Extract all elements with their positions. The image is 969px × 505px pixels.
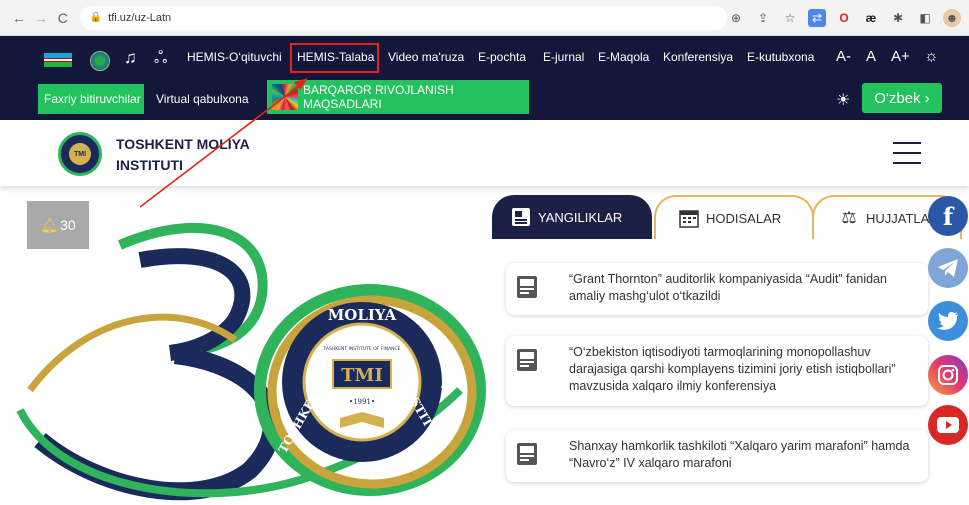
- profile-avatar[interactable]: ☻: [943, 8, 961, 27]
- nav-konferensiya[interactable]: Konferensiya: [663, 50, 733, 64]
- nav-e-pochta[interactable]: E-pochta: [478, 50, 526, 64]
- twitter-icon[interactable]: [928, 301, 968, 341]
- faxriy-bitiruvchilar-button[interactable]: Faxriy bitiruvchilar: [38, 84, 144, 114]
- tab-yangiliklar[interactable]: YANGILIKLAR: [492, 195, 652, 239]
- news-item[interactable]: Shanxay hamkorlik tashkiloti “Xalqaro ya…: [506, 430, 928, 482]
- news-title[interactable]: Shanxay hamkorlik tashkiloti “Xalqaro ya…: [569, 438, 921, 472]
- institute-name-line1: TOSHKENT MOLIYA: [116, 136, 250, 152]
- opera-icon[interactable]: O: [835, 9, 853, 27]
- toolbar-icons: ⊕ ⇪ ☆ ⇄ O æ ✱ ◧ ☻: [727, 8, 969, 27]
- nav-e-kutubxona[interactable]: E-kutubxona: [747, 50, 814, 64]
- news-document-icon: [516, 275, 538, 299]
- notification-count: 30: [60, 217, 76, 233]
- nav-row-bottom: Faxriy bitiruvchilar Virtual qabulxona B…: [0, 80, 969, 120]
- bookmark-star-icon[interactable]: ☆: [781, 9, 799, 27]
- news-item[interactable]: “Grant Thornton” auditorlik kompaniyasid…: [506, 263, 928, 315]
- language-select-button[interactable]: O'zbek ›: [862, 83, 942, 113]
- logo-header: TMI TOSHKENT MOLIYA INSTITUTI: [0, 120, 969, 186]
- instagram-icon[interactable]: [928, 355, 968, 395]
- news-title[interactable]: “Grant Thornton” auditorlik kompaniyasid…: [569, 271, 921, 305]
- news-title[interactable]: “O‘zbekiston iqtisodiyoti tarmoqlarining…: [569, 344, 921, 395]
- lock-icon: 🔒: [89, 12, 103, 23]
- address-bar[interactable]: 🔒 tfi.uz/uz-Latn: [79, 5, 727, 30]
- digit-3-lower-stroke: [34, 346, 281, 501]
- seal-subtitle: TASHKENT INSTITUTE OF FINANCE: [322, 346, 400, 352]
- page: ← → C 🔒 tfi.uz/uz-Latn ⊕ ⇪ ☆ ⇄ O æ ✱ ◧ ☻…: [0, 0, 969, 505]
- barqaror-label: BARQAROR RIVOJLANISH MAQSADLARI: [303, 83, 454, 111]
- institute-name[interactable]: TOSHKENT MOLIYA INSTITUTI: [116, 134, 276, 176]
- news-document-icon: [516, 348, 538, 372]
- tab-hodisalar[interactable]: HODISALAR: [654, 195, 814, 239]
- institute-name-line2: INSTITUTI: [116, 157, 183, 173]
- tab-yangiliklar-label: YANGILIKLAR: [538, 209, 623, 225]
- youtube-icon[interactable]: [928, 405, 968, 445]
- nav-hemis-oqituvchi[interactable]: HEMIS-O‘qituvchi: [187, 50, 282, 64]
- news-document-icon: [516, 442, 538, 466]
- url-text: tfi.uz/uz-Latn: [108, 11, 172, 24]
- slider-arrow-icon: [440, 361, 454, 389]
- site-top-nav: ♫ ஃ HEMIS-O‘qituvchi HEMIS-Talaba Video …: [0, 36, 969, 120]
- nav-e-jurnal[interactable]: E-jurnal: [543, 50, 584, 64]
- share-icon[interactable]: ⇪: [754, 9, 772, 27]
- extension-translate-icon[interactable]: ⇄: [808, 8, 826, 27]
- anthem-music-icon[interactable]: ♫: [124, 48, 137, 68]
- browser-toolbar: ← → C 🔒 tfi.uz/uz-Latn ⊕ ⇪ ☆ ⇄ O æ ✱ ◧ ☻: [0, 0, 969, 36]
- font-normal-button[interactable]: A: [866, 48, 876, 65]
- font-decrease-button[interactable]: A-: [836, 48, 851, 65]
- virtual-qabulxona-link[interactable]: Virtual qabulxona: [156, 92, 249, 106]
- telegram-icon[interactable]: [928, 248, 968, 288]
- zoom-icon[interactable]: ⊕: [727, 9, 745, 27]
- logo-seal-center: TMI: [69, 143, 91, 165]
- forward-icon[interactable]: →: [30, 7, 52, 29]
- nav-e-maqola[interactable]: E-Maqola: [598, 50, 649, 64]
- news-item[interactable]: “O‘zbekiston iqtisodiyoti tarmoqlarining…: [506, 336, 928, 406]
- state-emblem-icon[interactable]: [90, 51, 110, 71]
- font-increase-button[interactable]: A+: [891, 48, 910, 65]
- ae-extension-icon[interactable]: æ: [862, 9, 880, 27]
- seal-year: •1991•: [349, 398, 375, 406]
- structure-icon[interactable]: ஃ: [154, 48, 167, 70]
- puzzle-icon[interactable]: ✱: [889, 9, 907, 27]
- scales-icon: ⚖: [841, 208, 857, 227]
- calendar-icon: [678, 207, 700, 229]
- nav-video-maruza[interactable]: Video ma'ruza: [388, 50, 464, 64]
- sdg-wheel-icon: [272, 84, 298, 110]
- newspaper-icon: [510, 206, 532, 228]
- facebook-icon[interactable]: f: [928, 196, 968, 236]
- bell-icon: 🔔︎: [40, 216, 59, 233]
- hamburger-menu-icon[interactable]: [893, 142, 921, 164]
- brightness-sun-icon[interactable]: ☀: [836, 90, 850, 110]
- seal-text-top: MOLIYA: [328, 306, 397, 324]
- highlight-box: [290, 43, 379, 73]
- tab-hodisalar-label: HODISALAR: [706, 210, 782, 226]
- sidebar-icon[interactable]: ◧: [916, 9, 934, 27]
- barqaror-rivojlanish-button[interactable]: BARQAROR RIVOJLANISH MAQSADLARI: [267, 80, 529, 114]
- nav-row-top: ♫ ஃ HEMIS-O‘qituvchi HEMIS-Talaba Video …: [0, 36, 969, 80]
- notification-badge[interactable]: 🔔︎ 30: [27, 201, 89, 249]
- uzbek-flag-icon[interactable]: [44, 53, 72, 69]
- back-icon[interactable]: ←: [8, 7, 30, 29]
- contrast-sun-icon[interactable]: ☼: [924, 48, 939, 66]
- institute-logo[interactable]: TMI: [58, 132, 102, 176]
- seal-center-text: TMI: [341, 365, 383, 386]
- reload-icon[interactable]: C: [52, 7, 74, 29]
